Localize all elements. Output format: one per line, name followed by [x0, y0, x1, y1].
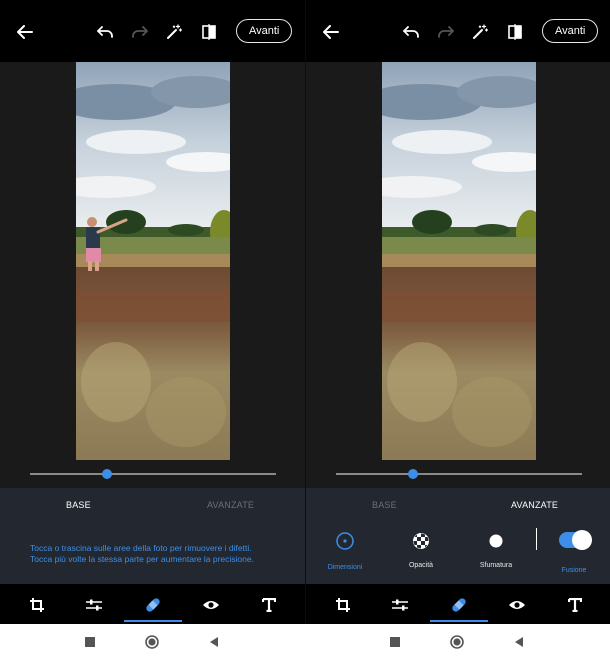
option-size[interactable]: Dimensioni [310, 488, 380, 584]
home-icon[interactable] [145, 635, 159, 649]
instruction-line-2: Tocca più volte la stessa parte per aume… [30, 554, 254, 564]
back-arrow-icon[interactable] [14, 21, 36, 43]
back-triangle-icon[interactable] [207, 635, 221, 649]
home-icon[interactable] [450, 635, 464, 649]
tool-options-panel: BASE AVANZATE Dimensioni Opacità Sfumatu… [306, 488, 610, 584]
undo-icon[interactable] [94, 21, 116, 43]
option-opacity-label: Opacità [408, 562, 434, 569]
editor-screen-base: Avanti BASE AVANZATE Tocca o trascina su… [0, 0, 305, 624]
tab-advanced[interactable]: AVANZATE [207, 500, 254, 510]
heal-bandage-icon[interactable] [143, 595, 163, 615]
option-feather-label: Sfumatura [479, 562, 513, 569]
crop-icon[interactable] [333, 595, 353, 615]
back-triangle-icon[interactable] [512, 635, 526, 649]
brush-size-slider[interactable] [336, 469, 582, 479]
tab-base[interactable]: BASE [66, 500, 91, 510]
options-tabs: BASE AVANZATE [0, 488, 305, 520]
photo-image[interactable] [76, 62, 230, 460]
option-divider [536, 528, 537, 550]
opacity-checker-icon [412, 532, 430, 555]
fusion-toggle[interactable] [559, 530, 592, 550]
heal-bandage-icon[interactable] [449, 595, 469, 615]
photo-image[interactable] [382, 62, 536, 460]
photo-canvas[interactable] [306, 62, 610, 460]
option-opacity[interactable]: Opacità [386, 488, 456, 584]
toggle-thumb [572, 530, 592, 550]
top-bar: Avanti [306, 0, 610, 62]
text-icon[interactable] [565, 595, 585, 615]
eye-icon[interactable] [507, 595, 527, 615]
magic-wand-icon[interactable] [469, 21, 491, 43]
undo-icon[interactable] [400, 21, 422, 43]
back-arrow-icon[interactable] [320, 21, 342, 43]
compare-icon[interactable] [504, 21, 526, 43]
active-tool-indicator [430, 620, 488, 622]
top-bar: Avanti [0, 0, 305, 62]
bottom-toolbar [306, 584, 610, 624]
editor-screen-advanced: Avanti BASE AVANZATE Dimensioni Opacità … [305, 0, 610, 624]
slider-knob[interactable] [102, 469, 112, 479]
recent-apps-icon[interactable] [388, 635, 402, 649]
bottom-toolbar [0, 584, 305, 624]
option-feather[interactable]: Sfumatura [461, 488, 531, 584]
magic-wand-icon[interactable] [163, 21, 185, 43]
adjust-sliders-icon[interactable] [84, 595, 104, 615]
text-icon[interactable] [259, 595, 279, 615]
brush-size-slider[interactable] [30, 469, 276, 479]
feather-dot-icon [487, 532, 505, 555]
system-navigation-bar [0, 624, 610, 661]
recent-apps-icon[interactable] [83, 635, 97, 649]
tool-options-panel: BASE AVANZATE Tocca o trascina sulle are… [0, 488, 305, 584]
next-button[interactable]: Avanti [542, 19, 599, 43]
photo-canvas[interactable] [0, 62, 305, 460]
compare-icon[interactable] [198, 21, 220, 43]
eye-icon[interactable] [201, 595, 221, 615]
active-tool-indicator [124, 620, 182, 622]
option-fusion-label: Fusione [561, 567, 587, 574]
redo-icon[interactable] [129, 21, 151, 43]
adjust-sliders-icon[interactable] [390, 595, 410, 615]
instruction-line-1: Tocca o trascina sulle aree della foto p… [30, 543, 252, 553]
option-fusion[interactable]: Fusione [539, 488, 609, 584]
next-button[interactable]: Avanti [236, 19, 293, 43]
slider-knob[interactable] [408, 469, 418, 479]
option-size-label: Dimensioni [327, 564, 363, 571]
redo-icon[interactable] [435, 21, 457, 43]
instruction-text: Tocca o trascina sulle aree della foto p… [30, 543, 290, 565]
size-target-icon [336, 532, 354, 555]
crop-icon[interactable] [27, 595, 47, 615]
